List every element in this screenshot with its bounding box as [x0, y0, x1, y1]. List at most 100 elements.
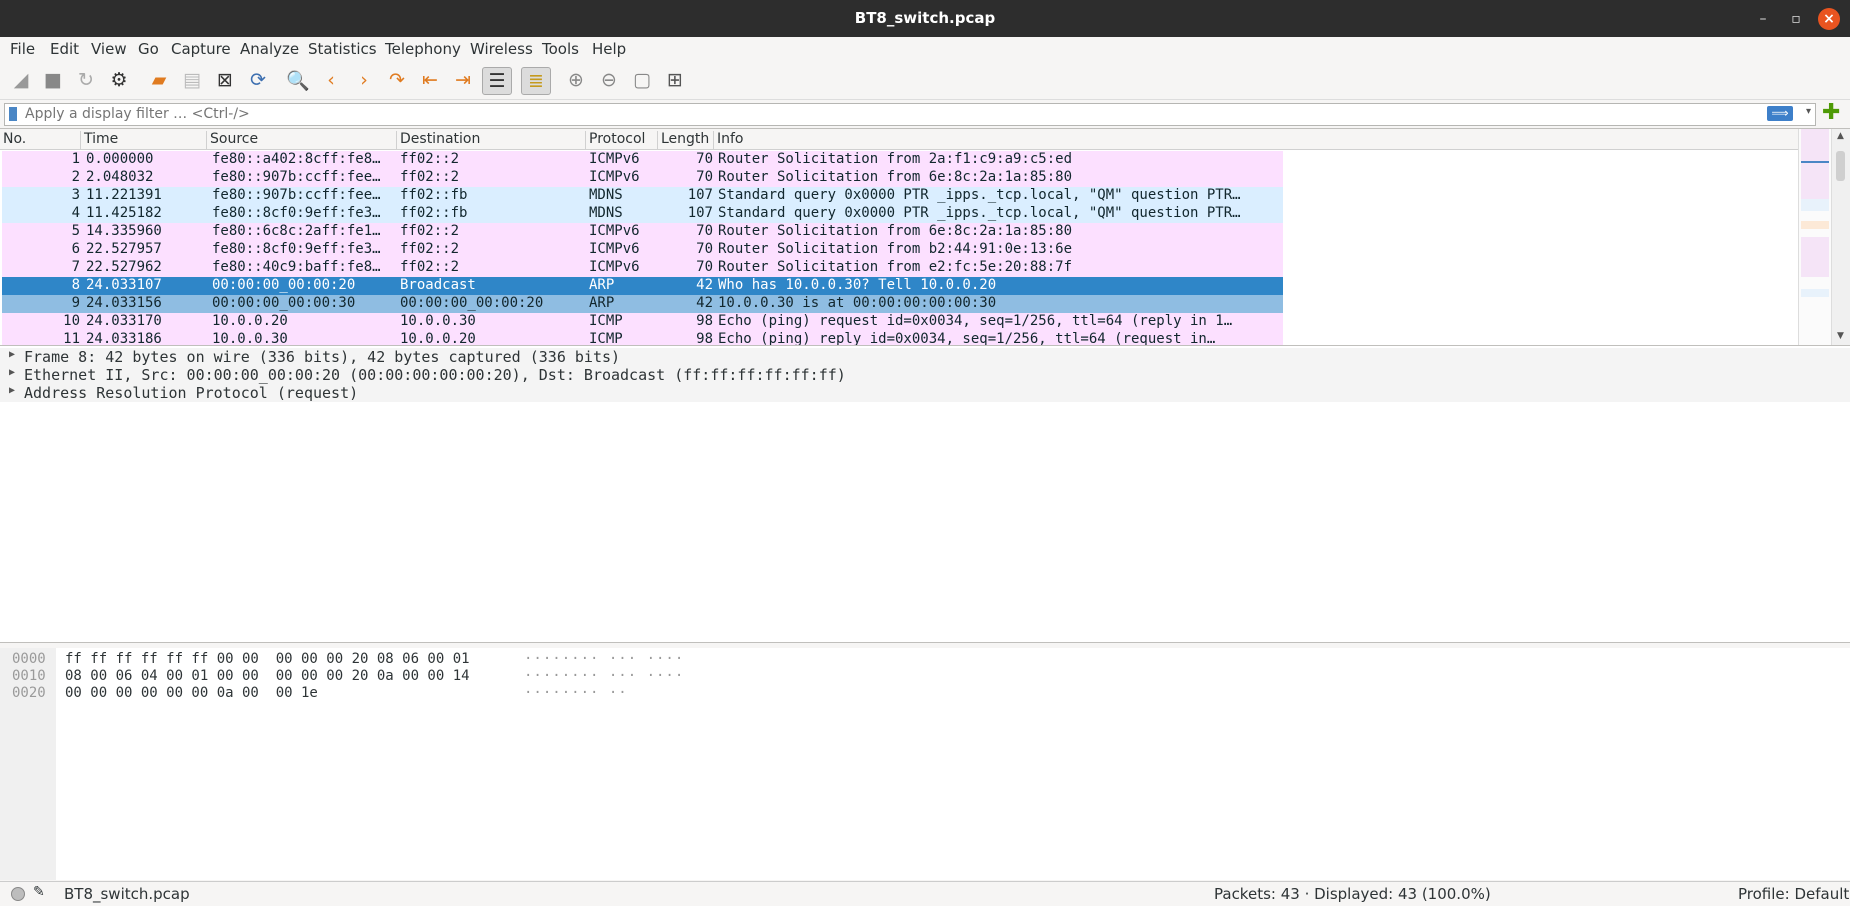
menu-analyze[interactable]: Analyze [240, 40, 299, 58]
expand-arrow-icon[interactable]: ▶ [9, 385, 15, 396]
menu-help[interactable]: Help [592, 40, 626, 58]
bookmark-icon[interactable] [9, 107, 17, 121]
packet-cell-source: fe80::8cf0:9eff:fe3… [212, 205, 381, 221]
packet-row[interactable]: 1 0.000000 fe80::a402:8cff:fe8… ff02::2 ICMP… [2, 151, 1283, 169]
stop-capture-icon[interactable]: ■ [39, 67, 67, 93]
detail-row-ethernet[interactable]: ▶ Ethernet II, Src: 00:00:00_00:00:20 (0… [0, 366, 1850, 384]
display-filter-input[interactable] [25, 105, 1775, 123]
expand-arrow-icon[interactable]: ▶ [9, 367, 15, 378]
open-file-icon[interactable]: ▰ [145, 67, 173, 93]
resize-columns-icon[interactable]: ⊞ [661, 67, 689, 93]
packet-cell-info: Router Solicitation from b2:44:91:0e:13:… [718, 241, 1073, 257]
menu-view[interactable]: View [91, 40, 127, 58]
find-packet-icon[interactable]: 🔍 [284, 67, 312, 93]
byte-ascii: ········ ·· [524, 685, 628, 701]
packet-cell-length: 70 [696, 241, 713, 257]
packet-list[interactable]: No. Time Source Destination Protocol Len… [0, 128, 1850, 346]
packet-row[interactable]: 11 24.033186 10.0.0.30 10.0.0.20 ICMP 98 Echo … [2, 331, 1283, 346]
column-info[interactable]: Info [713, 131, 1797, 149]
autoscroll-icon[interactable]: ☰ [482, 67, 512, 95]
detail-row-frame[interactable]: ▶ Frame 8: 42 bytes on wire (336 bits), … [0, 348, 1850, 366]
packet-cell-protocol: ICMPv6 [589, 241, 640, 257]
capture-options-icon[interactable]: ⚙ [105, 67, 133, 93]
packet-cell-time: 24.033186 [86, 331, 162, 346]
menu-go[interactable]: Go [138, 40, 159, 58]
save-file-icon[interactable]: ▤ [178, 67, 206, 93]
byte-offset: 0010 [12, 668, 46, 684]
close-icon[interactable]: × [1818, 8, 1840, 30]
expert-info-icon[interactable] [11, 887, 25, 901]
packet-row[interactable]: 5 14.335960 fe80::6c8c:2aff:fe1… ff02::2 ICM… [2, 223, 1283, 241]
expand-arrow-icon[interactable]: ▶ [9, 349, 15, 360]
capture-comment-icon[interactable]: ✎ [33, 884, 45, 900]
packet-cell-time: 22.527957 [86, 241, 162, 257]
restart-capture-icon[interactable]: ↻ [72, 67, 100, 93]
menu-statistics[interactable]: Statistics [308, 40, 377, 58]
packet-cell-destination: ff02::fb [400, 187, 468, 203]
packet-row[interactable]: 8 24.033107 00:00:00_00:00:20 Broadcast ARP 4… [2, 277, 1283, 295]
packet-cell-length: 107 [687, 187, 713, 203]
menu-tools[interactable]: Tools [542, 40, 579, 58]
detail-row-arp[interactable]: ▶ Address Resolution Protocol (request) [0, 384, 1850, 402]
go-forward-icon[interactable]: › [350, 67, 378, 93]
packet-row[interactable]: 10 24.033170 10.0.0.20 10.0.0.30 ICMP 98 Echo … [2, 313, 1283, 331]
column-protocol[interactable]: Protocol [585, 131, 657, 149]
packet-minimap[interactable] [1798, 129, 1831, 345]
column-source[interactable]: Source [206, 131, 395, 149]
packet-cell-source: 10.0.0.30 [212, 331, 288, 346]
packet-row[interactable]: 2 2.048032 fe80::907b:ccff:fee… ff02::2 ICMP… [2, 169, 1283, 187]
packet-cell-info: 10.0.0.30 is at 00:00:00:00:00:30 [718, 295, 997, 311]
scroll-down-icon[interactable]: ▼ [1837, 331, 1844, 341]
title-bar: BT8_switch.pcap – ▫ × [0, 0, 1850, 37]
packet-cell-protocol: ICMPv6 [589, 169, 640, 185]
packet-list-scrollbar[interactable]: ▲ ▼ [1831, 129, 1850, 345]
scroll-thumb[interactable] [1836, 151, 1845, 181]
packet-row[interactable]: 9 24.033156 00:00:00_00:00:30 00:00:00_00:0… [2, 295, 1283, 313]
packet-row[interactable]: 4 11.425182 fe80::8cf0:9eff:fe3… ff02::fb MD… [2, 205, 1283, 223]
close-file-icon[interactable]: ⊠ [211, 67, 239, 93]
first-packet-icon[interactable]: ⇤ [416, 67, 444, 93]
zoom-out-icon[interactable]: ⊖ [595, 67, 623, 93]
menu-bar: File Edit View Go Capture Analyze Statis… [0, 37, 1850, 61]
packet-row[interactable]: 3 11.221391 fe80::907b:ccff:fee… ff02::fb MD… [2, 187, 1283, 205]
packet-row[interactable]: 6 22.527957 fe80::8cf0:9eff:fe3… ff02::2 ICM… [2, 241, 1283, 259]
packet-cell-length: 70 [696, 151, 713, 167]
packet-cell-time: 14.335960 [86, 223, 162, 239]
menu-telephony[interactable]: Telephony [385, 40, 461, 58]
packet-bytes-pane[interactable]: 0000 ff ff ff ff ff ff 00 00 00 00 00 20… [0, 648, 1850, 880]
column-destination[interactable]: Destination [396, 131, 584, 149]
column-no[interactable]: No. [0, 131, 79, 149]
minimize-icon[interactable]: – [1752, 8, 1774, 30]
normal-size-icon[interactable]: ▢ [628, 67, 656, 93]
status-profile[interactable]: Profile: Default [1738, 885, 1849, 903]
packet-cell-destination: ff02::2 [400, 169, 460, 185]
byte-hex: 08 00 06 04 00 01 00 00 00 00 00 20 0a 0… [65, 668, 470, 684]
menu-file[interactable]: File [10, 40, 35, 58]
scroll-up-icon[interactable]: ▲ [1837, 131, 1844, 141]
packet-cell-info: Router Solicitation from 6e:8c:2a:1a:85:… [718, 223, 1073, 239]
reload-file-icon[interactable]: ⟳ [244, 67, 272, 93]
go-back-icon[interactable]: ‹ [317, 67, 345, 93]
last-packet-icon[interactable]: ⇥ [449, 67, 477, 93]
packet-cell-source: fe80::907b:ccff:fee… [212, 169, 381, 185]
main-toolbar: ◢ ■ ↻ ⚙ ▰ ▤ ⊠ ⟳ 🔍 ‹ › ↷ ⇤ ⇥ ☰ ≣ ⊕ ⊖ ▢ ⊞ [0, 61, 1850, 100]
menu-edit[interactable]: Edit [50, 40, 79, 58]
maximize-icon[interactable]: ▫ [1785, 8, 1807, 30]
start-capture-icon[interactable]: ◢ [7, 67, 35, 93]
filter-dropdown-icon[interactable]: ▾ [1806, 106, 1811, 117]
packet-cell-destination: 10.0.0.20 [400, 331, 476, 346]
zoom-in-icon[interactable]: ⊕ [562, 67, 590, 93]
add-filter-button-icon[interactable]: ✚ [1822, 102, 1840, 124]
menu-wireless[interactable]: Wireless [470, 40, 533, 58]
packet-cell-length: 70 [696, 223, 713, 239]
apply-filter-icon[interactable]: ⟹ [1767, 106, 1793, 121]
colorize-icon[interactable]: ≣ [521, 67, 551, 95]
column-time[interactable]: Time [80, 131, 204, 149]
column-length[interactable]: Length [657, 131, 715, 149]
packet-row[interactable]: 7 22.527962 fe80::40c9:baff:fe8… ff02::2 ICM… [2, 259, 1283, 277]
go-to-packet-icon[interactable]: ↷ [383, 67, 411, 93]
packet-cell-protocol: ARP [589, 277, 615, 293]
menu-capture[interactable]: Capture [171, 40, 231, 58]
byte-ascii: ········ ··· ···· [524, 651, 685, 667]
packet-cell-length: 70 [696, 259, 713, 275]
